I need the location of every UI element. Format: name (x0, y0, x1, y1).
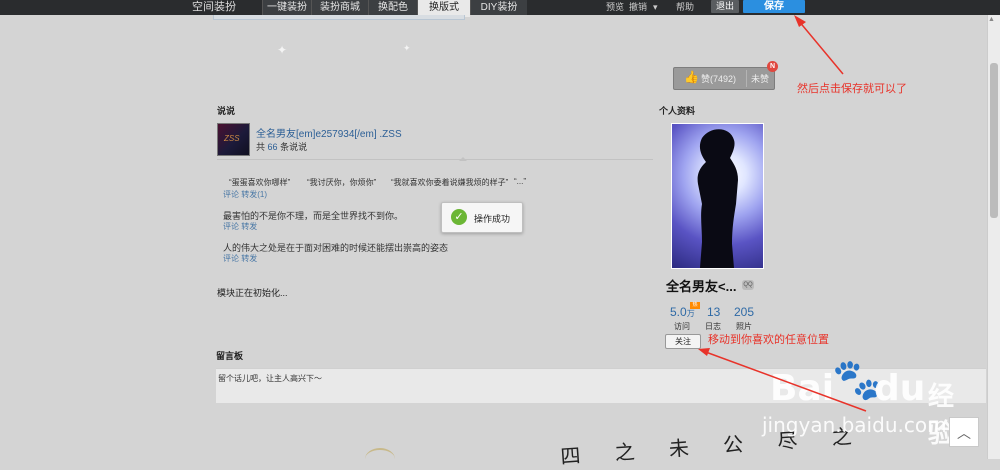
annotation-arrows (698, 15, 867, 412)
arrowhead (794, 15, 806, 27)
arrowhead (698, 348, 710, 356)
arrow-to-follow (702, 350, 867, 412)
arrow-to-save (797, 19, 844, 75)
